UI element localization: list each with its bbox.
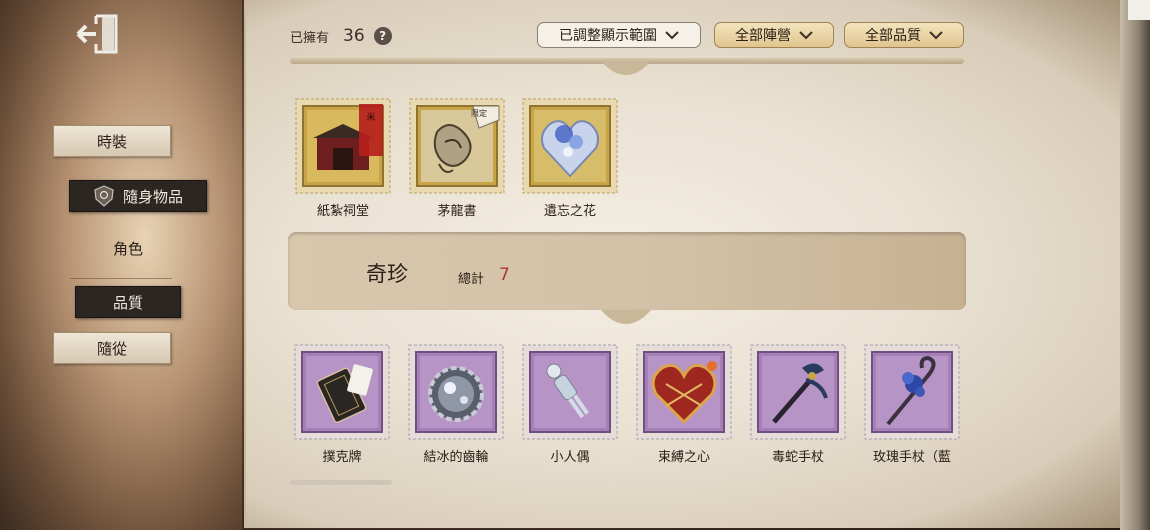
chevron-down-icon bbox=[929, 31, 943, 40]
item-stamp[interactable] bbox=[636, 344, 732, 440]
collection-item[interactable]: 毒蛇手杖 bbox=[750, 344, 846, 465]
dropdown-label: 全部品質 bbox=[865, 28, 921, 44]
item-stamp[interactable] bbox=[522, 98, 618, 194]
collection-item[interactable]: 撲克牌 bbox=[294, 344, 390, 465]
poker-cards-icon bbox=[294, 344, 390, 440]
nav-item-label: 隨身物品 bbox=[122, 187, 183, 206]
nav-item-label: 時裝 bbox=[96, 132, 127, 151]
item-stamp[interactable] bbox=[864, 344, 960, 440]
crystal-heart-flower-icon bbox=[522, 98, 618, 194]
item-stamp[interactable] bbox=[294, 344, 390, 440]
faction-dropdown[interactable]: 全部陣營 bbox=[714, 22, 834, 48]
page-corner bbox=[1128, 0, 1150, 20]
paper-shrine-icon: 米 bbox=[295, 98, 391, 194]
quality-dropdown[interactable]: 全部品質 bbox=[844, 22, 964, 48]
nav-item-label: 角色 bbox=[112, 239, 143, 258]
small-doll-icon bbox=[522, 344, 618, 440]
bound-heart-icon bbox=[636, 344, 732, 440]
category-title: 奇珍 bbox=[366, 262, 408, 286]
nav-item-quality[interactable]: 品質 bbox=[75, 286, 181, 318]
item-stamp[interactable]: 限定 bbox=[409, 98, 505, 194]
nav-divider bbox=[70, 278, 172, 279]
chevron-down-icon bbox=[665, 31, 679, 40]
collection-item[interactable]: 小人偶 bbox=[522, 344, 618, 465]
item-name: 玫瑰手杖（藍 bbox=[872, 450, 951, 465]
limited-badge: 限定 bbox=[471, 109, 487, 118]
item-stamp[interactable] bbox=[408, 344, 504, 440]
item-stamp[interactable]: 米 bbox=[295, 98, 391, 194]
nav-item-character[interactable]: 角色 bbox=[69, 232, 187, 264]
item-name: 小人偶 bbox=[550, 450, 590, 465]
item-name: 紙紮祠堂 bbox=[316, 204, 369, 219]
display-range-dropdown[interactable]: 已調整顯示範圍 bbox=[537, 22, 701, 48]
category-total: 7 bbox=[499, 265, 510, 285]
owned-counter: 已擁有 36 ? bbox=[290, 22, 392, 50]
chevron-down-icon bbox=[799, 31, 813, 40]
item-stamp[interactable] bbox=[522, 344, 618, 440]
exit-icon[interactable] bbox=[74, 8, 126, 60]
collection-item[interactable]: 遺忘之花 bbox=[522, 98, 618, 219]
svg-text:米: 米 bbox=[366, 111, 375, 123]
side-navigation bbox=[0, 0, 242, 530]
item-name: 結冰的齒輪 bbox=[423, 450, 489, 465]
owned-count: 36 bbox=[343, 26, 365, 46]
dropdown-label: 全部陣營 bbox=[735, 28, 791, 44]
horizontal-scrollbar[interactable] bbox=[290, 480, 392, 485]
item-name: 遺忘之花 bbox=[543, 204, 596, 219]
rose-cane-icon bbox=[864, 344, 960, 440]
item-name: 撲克牌 bbox=[322, 450, 362, 465]
page-edge bbox=[1120, 0, 1150, 530]
item-name: 茅龍書 bbox=[437, 204, 477, 219]
divider-notch bbox=[601, 61, 651, 75]
item-name: 束縛之心 bbox=[657, 450, 710, 465]
owned-label: 已擁有 bbox=[290, 30, 330, 46]
item-stamp[interactable] bbox=[750, 344, 846, 440]
help-icon[interactable]: ? bbox=[373, 27, 392, 45]
category-total-label: 總計 bbox=[458, 272, 485, 287]
frozen-gear-icon bbox=[408, 344, 504, 440]
collection-item[interactable]: 結冰的齒輪 bbox=[408, 344, 504, 465]
nav-item-fashion[interactable]: 時裝 bbox=[53, 125, 171, 157]
collection-item[interactable]: 玫瑰手杖（藍 bbox=[864, 344, 960, 465]
viper-cane-icon bbox=[750, 344, 846, 440]
nav-item-follower[interactable]: 隨從 bbox=[53, 332, 171, 364]
collection-item[interactable]: 限定 茅龍書 bbox=[409, 98, 505, 219]
straw-dragon-book-icon bbox=[409, 98, 505, 194]
dropdown-label: 已調整顯示範圍 bbox=[559, 28, 657, 44]
nav-item-accessories[interactable]: 隨身物品 bbox=[69, 180, 207, 212]
collection-item[interactable]: 米 紙紮祠堂 bbox=[295, 98, 391, 219]
divider-notch bbox=[601, 310, 651, 324]
emblem-icon bbox=[94, 185, 114, 207]
nav-item-label: 品質 bbox=[112, 293, 143, 312]
collection-item[interactable]: 束縛之心 bbox=[636, 344, 732, 465]
item-name: 毒蛇手杖 bbox=[771, 450, 824, 465]
nav-item-label: 隨從 bbox=[96, 339, 127, 358]
